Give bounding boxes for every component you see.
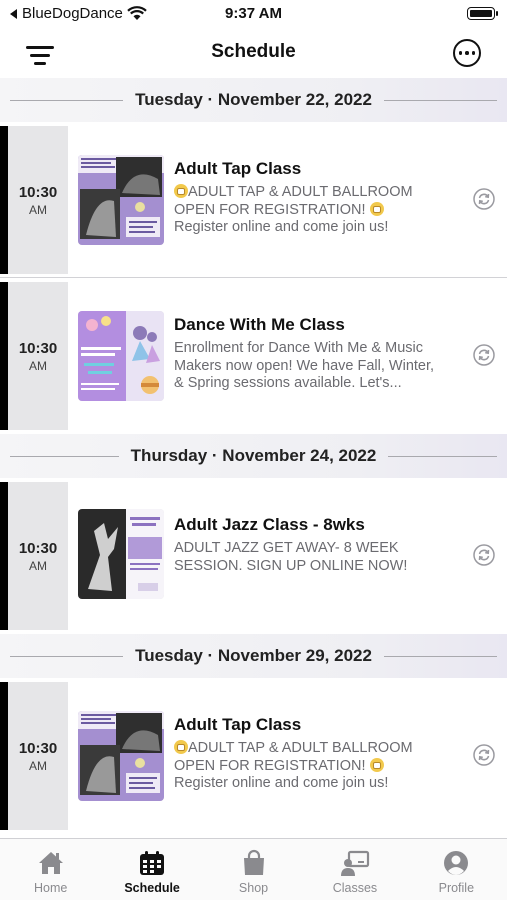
status-bar: BlueDogDance 9:37 AM [0,0,507,30]
event-accent-bar [0,282,8,430]
battery-icon [467,7,498,20]
event-title: Adult Tap Class [174,715,302,734]
event-time-ampm: AM [29,758,47,773]
tab-label: Profile [438,881,475,895]
event-item[interactable]: 10:30 AM Dance With Me Class Enrollment … [0,278,507,434]
shopping-bag-icon [243,849,264,875]
tab-home[interactable]: Home [0,839,101,900]
header: Schedule [0,30,507,78]
tab-label: Schedule [124,881,180,895]
event-time-value: 10:30 [18,339,58,357]
event-item[interactable]: 10:30 AM Adult Jazz Class - 8wks ADULT J… [0,478,507,634]
event-title: Adult Tap Class [174,159,302,178]
event-desc-line: Enrollment for Dance With Me & Music [174,340,423,356]
grimace-emoji-icon [369,201,384,216]
event-time: 10:30 AM [8,482,68,630]
date-header: Thursday · November 24, 2022 [0,434,507,478]
event-thumbnail [78,509,164,599]
event-thumbnail [78,711,164,801]
event-desc-line: OPEN FOR REGISTRATION! [174,757,366,774]
event-title: Adult Jazz Class - 8wks [174,515,365,534]
tab-schedule[interactable]: Schedule [101,839,202,900]
page-title: Schedule [211,41,296,62]
grimace-emoji-icon [369,757,384,772]
status-time: 9:37 AM [225,5,282,22]
event-item[interactable]: 10:30 AM Adult Tap Class ADULT TAP & ADU… [0,678,507,834]
event-time-ampm: AM [29,202,47,217]
event-desc-line: OPEN FOR REGISTRATION! [174,201,366,218]
event-accent-bar [0,126,8,274]
repeat-icon[interactable] [473,344,495,366]
event-time: 10:30 AM [8,282,68,430]
event-desc-line: Register online and come join us! [174,219,389,235]
event-desc-line: ADULT TAP & ADULT BALLROOM [188,184,413,200]
home-icon [38,852,63,874]
date-label: Tuesday · November 29, 2022 [135,646,372,665]
event-time-ampm: AM [29,558,47,573]
grimace-emoji-icon [174,740,188,754]
repeat-icon[interactable] [473,188,495,210]
event-thumbnail [78,155,164,245]
profile-icon [444,851,469,875]
calendar-icon [140,851,165,875]
event-time: 10:30 AM [8,126,68,274]
event-time-value: 10:30 [18,539,58,557]
event-desc-line: SESSION. SIGN UP ONLINE NOW! [174,557,408,574]
date-header: Tuesday · November 29, 2022 [0,634,507,678]
date-label: Tuesday · November 22, 2022 [135,90,372,109]
tab-shop[interactable]: Shop [203,839,304,900]
event-time-ampm: AM [29,358,47,373]
tab-profile[interactable]: Profile [406,839,507,900]
event-time-value: 10:30 [18,739,58,757]
tab-label: Home [34,881,68,895]
event-thumbnail [78,311,164,401]
event-desc-line: Register online and come join us! [174,775,389,791]
event-time: 10:30 AM [8,682,68,830]
event-description: ADULT TAP & ADULT BALLROOM OPEN FOR REGI… [174,184,464,237]
classes-icon [340,850,370,876]
repeat-icon[interactable] [473,744,495,766]
tab-label: Shop [238,881,269,895]
schedule-list[interactable]: Tuesday · November 22, 2022 10:30 AM Adu… [0,78,507,838]
tab-label: Classes [332,881,378,895]
event-desc-line: & Spring sessions available. Let's... [174,375,402,391]
event-desc-line: Makers now open! We have Fall, Winter, [174,357,435,374]
date-label: Thursday · November 24, 2022 [130,446,377,465]
tab-bar: Home Schedule Shop Classes Profile [0,838,507,900]
event-item[interactable]: 10:30 AM Adult Tap Class ADULT TAP & ADU… [0,122,507,278]
event-desc-line: ADULT JAZZ GET AWAY- 8 WEEK [174,540,399,556]
event-accent-bar [0,482,8,630]
event-desc-line: ADULT TAP & ADULT BALLROOM [188,740,413,756]
date-header: Tuesday · November 22, 2022 [0,78,507,122]
event-description: Enrollment for Dance With Me & Music Mak… [174,340,464,393]
tab-classes[interactable]: Classes [304,839,405,900]
event-title: Dance With Me Class [174,315,345,334]
event-description: ADULT TAP & ADULT BALLROOM OPEN FOR REGI… [174,740,464,793]
more-icon[interactable] [453,39,481,67]
repeat-icon[interactable] [473,544,495,566]
event-accent-bar [0,682,8,830]
event-description: ADULT JAZZ GET AWAY- 8 WEEK SESSION. SIG… [174,540,464,575]
grimace-emoji-icon [174,184,188,198]
event-time-value: 10:30 [18,183,58,201]
